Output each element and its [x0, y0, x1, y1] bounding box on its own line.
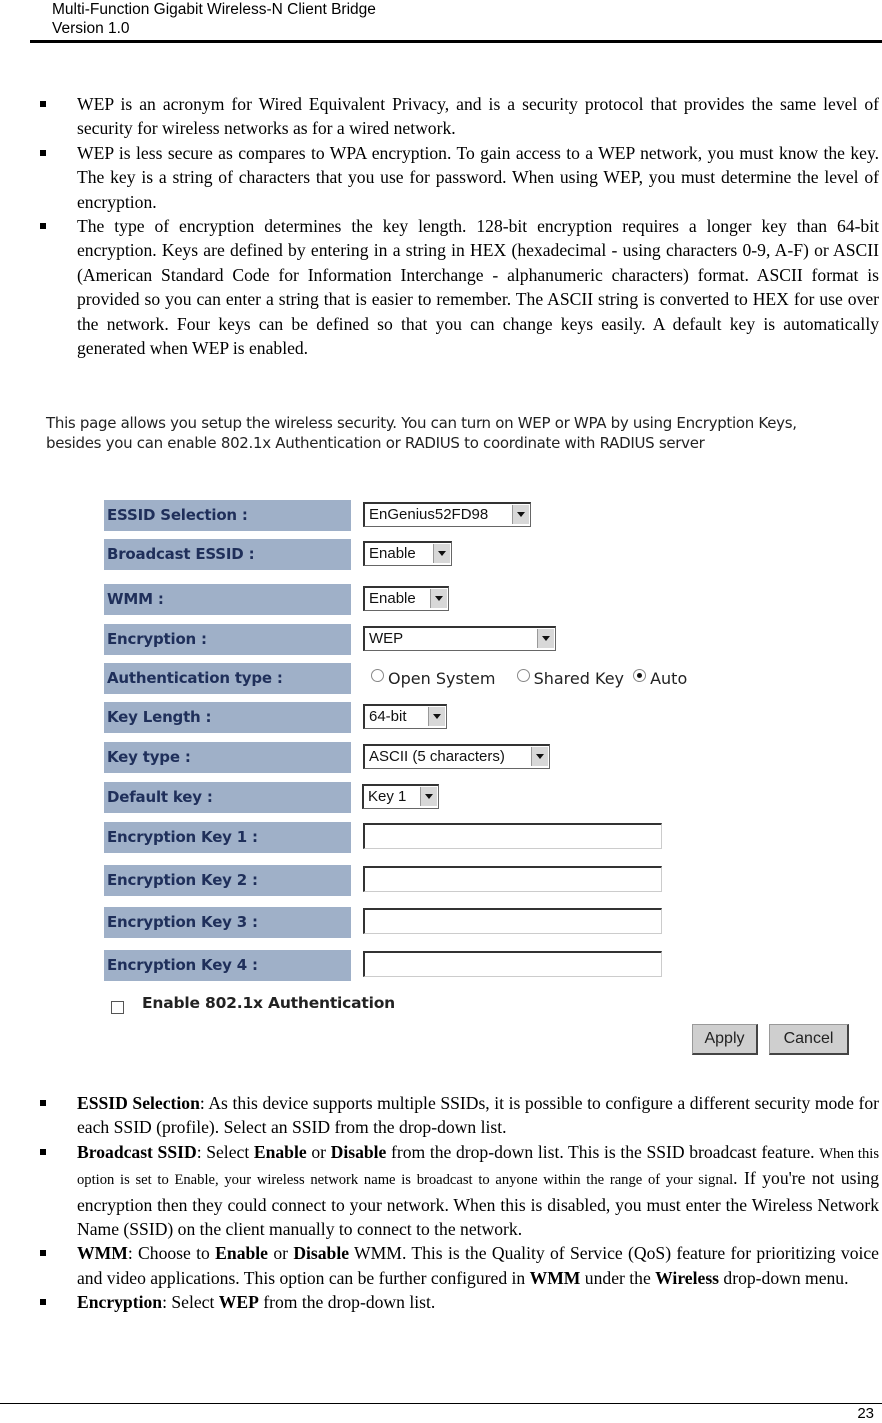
- wmm-label: WMM :: [104, 584, 351, 615]
- chevron-down-icon: [531, 747, 548, 766]
- wireless-security-screenshot: This page allows you setup the wireless …: [38, 408, 858, 1068]
- field-description-list: ESSID Selection: As this device supports…: [38, 1091, 879, 1315]
- radio-icon[interactable]: [371, 669, 384, 682]
- header-rule: [30, 40, 882, 43]
- key-length-select[interactable]: 64-bit: [363, 704, 447, 729]
- encryption-key-1-label: Encryption Key 1 :: [104, 822, 351, 853]
- list-item: The type of encryption determines the ke…: [38, 214, 879, 360]
- encryption-key-3-input[interactable]: [363, 908, 662, 934]
- broadcast-essid-label: Broadcast ESSID :: [104, 539, 351, 570]
- key-type-select[interactable]: ASCII (5 characters): [363, 744, 550, 769]
- auth-option-auto[interactable]: Auto: [633, 669, 687, 688]
- default-key-select[interactable]: Key 1: [362, 784, 439, 809]
- encryption-key-4-input[interactable]: [363, 951, 662, 977]
- radio-selected-icon[interactable]: [633, 669, 647, 682]
- enable-8021x-label: Enable 802.1x Authentication: [142, 994, 396, 1012]
- list-item: ESSID Selection: As this device supports…: [38, 1091, 879, 1140]
- document-header: Multi-Function Gigabit Wireless-N Client…: [52, 0, 376, 38]
- authentication-type-radio-group: Open System Shared Key Auto: [371, 667, 687, 691]
- essid-selection-select[interactable]: EnGenius52FD98: [363, 502, 531, 527]
- bullet-icon: [40, 1100, 46, 1106]
- page-number: 23: [857, 1405, 874, 1422]
- cancel-button[interactable]: Cancel: [769, 1024, 849, 1055]
- list-item: Encryption: Select WEP from the drop-dow…: [38, 1290, 879, 1314]
- bullet-icon: [40, 223, 46, 230]
- encryption-label: Encryption :: [104, 624, 351, 655]
- encryption-key-3-label: Encryption Key 3 :: [104, 907, 351, 938]
- bullet-icon: [40, 1250, 46, 1257]
- list-item: Broadcast SSID: Select Enable or Disable…: [38, 1140, 879, 1242]
- security-page-intro: This page allows you setup the wireless …: [46, 414, 797, 452]
- encryption-key-2-input[interactable]: [363, 866, 662, 892]
- broadcast-essid-select[interactable]: Enable: [363, 541, 452, 566]
- radio-icon[interactable]: [516, 669, 530, 682]
- list-item: WEP is less secure as compares to WPA en…: [38, 141, 879, 214]
- encryption-key-2-label: Encryption Key 2 :: [104, 865, 351, 896]
- footer-rule: [0, 1403, 882, 1404]
- list-item: WEP is an acronym for Wired Equivalent P…: [38, 92, 879, 141]
- key-type-label: Key type :: [104, 742, 351, 773]
- chevron-down-icon: [537, 629, 554, 648]
- chevron-down-icon: [428, 707, 445, 726]
- auth-option-shared-key[interactable]: Shared Key: [516, 669, 628, 688]
- apply-button[interactable]: Apply: [692, 1024, 758, 1055]
- encryption-select[interactable]: WEP: [363, 626, 556, 651]
- authentication-type-label: Authentication type :: [104, 663, 351, 694]
- bullet-icon: [40, 1299, 46, 1306]
- encryption-key-4-label: Encryption Key 4 :: [104, 950, 351, 981]
- document-title: Multi-Function Gigabit Wireless-N Client…: [52, 1, 376, 18]
- chevron-down-icon: [433, 544, 450, 563]
- enable-8021x-checkbox[interactable]: [111, 1001, 124, 1014]
- default-key-label: Default key :: [104, 782, 351, 813]
- encryption-key-1-input[interactable]: [363, 823, 662, 849]
- document-version: Version 1.0: [52, 20, 130, 37]
- bullet-icon: [40, 1148, 46, 1155]
- bullet-icon: [40, 149, 46, 156]
- bullet-icon: [40, 101, 46, 107]
- essid-selection-label: ESSID Selection :: [104, 500, 351, 531]
- key-length-label: Key Length :: [104, 702, 351, 733]
- list-item: WMM: Choose to Enable or Disable WMM. Th…: [38, 1241, 879, 1290]
- chevron-down-icon: [430, 589, 447, 608]
- auth-option-open-system[interactable]: Open System: [371, 669, 511, 688]
- chevron-down-icon: [420, 787, 437, 806]
- chevron-down-icon: [512, 505, 529, 524]
- wmm-select[interactable]: Enable: [363, 586, 449, 611]
- wep-bullet-list: WEP is an acronym for Wired Equivalent P…: [38, 92, 879, 360]
